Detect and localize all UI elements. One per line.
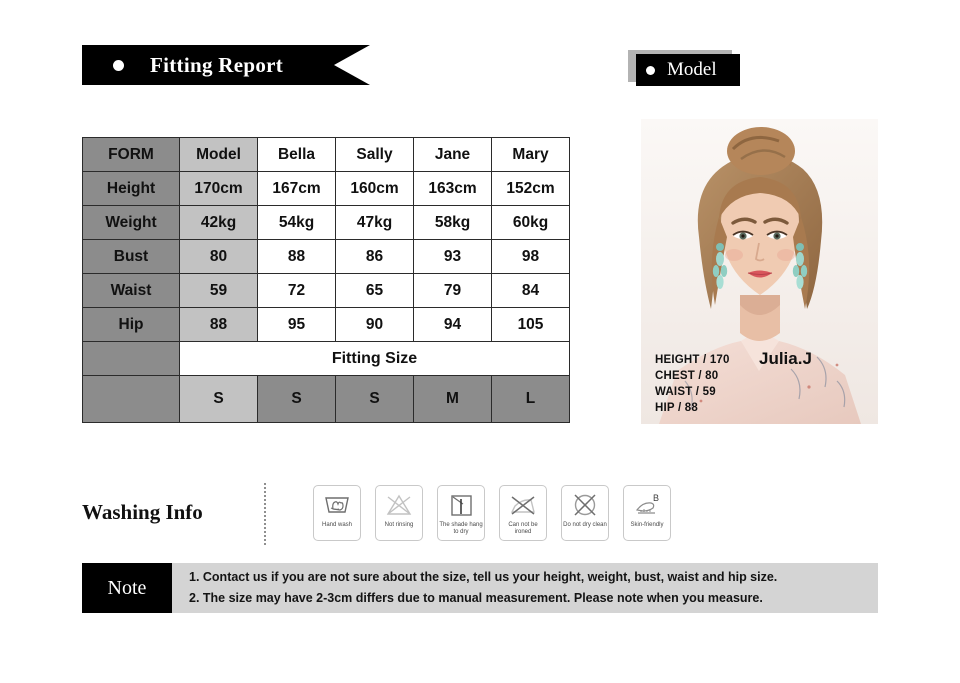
cell-waist-jane: 79: [413, 273, 492, 308]
size-model: S: [179, 375, 258, 423]
fitting-report-title: Fitting Report: [150, 52, 284, 77]
cell-weight-jane: 58kg: [413, 205, 492, 240]
column-header-form: FORM: [82, 137, 180, 172]
cell-bust-mary: 98: [491, 239, 570, 274]
size-chart-table: FORM Model Bella Sally Jane Mary Height …: [82, 137, 570, 423]
size-mary: L: [491, 375, 570, 423]
column-header-mary: Mary: [491, 137, 570, 172]
note-badge: Note: [82, 563, 172, 613]
cell-weight-bella: 54kg: [257, 205, 336, 240]
skin-friendly-icon: B Skin-friendly: [623, 485, 671, 541]
hand-wash-icon: Hand wash: [313, 485, 361, 541]
do-not-iron-label: Can not be ironed: [508, 522, 538, 535]
size-bella: S: [257, 375, 336, 423]
cell-weight-mary: 60kg: [491, 205, 570, 240]
not-rinsing-icon: Not rinsing: [375, 485, 423, 541]
do-not-iron-icon: Can not be ironed: [499, 485, 547, 541]
fitting-report-banner: Fitting Report: [82, 45, 370, 85]
fitting-size-header-row: Fitting Size: [82, 341, 570, 376]
row-label-waist: Waist: [82, 273, 180, 308]
cell-hip-bella: 95: [257, 307, 336, 342]
table-row: Weight 42kg 54kg 47kg 58kg 60kg: [82, 205, 570, 240]
cell-height-mary: 152cm: [491, 171, 570, 206]
cell-weight-model: 42kg: [179, 205, 258, 240]
model-waist-stat: WAIST / 59: [655, 386, 716, 398]
cell-height-bella: 167cm: [257, 171, 336, 206]
cell-hip-mary: 105: [491, 307, 570, 342]
cell-bust-sally: 86: [335, 239, 414, 274]
cell-height-model: 170cm: [179, 171, 258, 206]
table-row: Bust 80 88 86 93 98: [82, 239, 570, 274]
note-text: 1. Contact us if you are not sure about …: [172, 563, 878, 613]
column-header-bella: Bella: [257, 137, 336, 172]
washing-info-title: Washing Info: [82, 500, 203, 524]
shade-hang-dry-glyph: [451, 495, 472, 516]
shade-hang-dry-icon: The shade hang to dry: [437, 485, 485, 541]
model-photo: Julia.J HEIGHT / 170 CHEST / 80 WAIST / …: [641, 119, 878, 424]
model-name: Julia.J: [759, 349, 812, 368]
cell-waist-model: 59: [179, 273, 258, 308]
hand-wash-glyph: [325, 497, 349, 513]
table-row: Hip 88 95 90 94 105: [82, 307, 570, 342]
bullet-dot-icon: [113, 59, 124, 71]
note-line-1: 1. Contact us if you are not sure about …: [189, 570, 778, 584]
shade-hang-dry-label: The shade hang to dry: [439, 522, 483, 535]
row-label-hip: Hip: [82, 307, 180, 342]
row-label-height: Height: [82, 171, 180, 206]
table-row: Waist 59 72 65 79 84: [82, 273, 570, 308]
do-not-dry-clean-label: Do not dry clean: [563, 522, 607, 528]
cell-hip-model: 88: [179, 307, 258, 342]
cell-height-jane: 163cm: [413, 171, 492, 206]
hand-wash-label: Hand wash: [321, 522, 353, 528]
cell-waist-mary: 84: [491, 273, 570, 308]
table-header-row: FORM Model Bella Sally Jane Mary: [82, 137, 570, 172]
not-rinsing-label: Not rinsing: [384, 522, 414, 528]
fitting-size-values-row: S S S M L: [82, 375, 570, 423]
cell-bust-bella: 88: [257, 239, 336, 274]
note-section: Note 1. Contact us if you are not sure a…: [82, 563, 878, 613]
skin-friendly-glyph: B: [635, 493, 659, 514]
size-sally: S: [335, 375, 414, 423]
column-header-model: Model: [179, 137, 258, 172]
size-jane: M: [413, 375, 492, 423]
cell-waist-sally: 65: [335, 273, 414, 308]
skin-friendly-label: Skin-friendly: [630, 522, 664, 528]
model-hip-stat: HIP / 88: [655, 402, 698, 414]
column-header-sally: Sally: [335, 137, 414, 172]
do-not-dry-clean-glyph: [574, 494, 596, 516]
empty-cell: [82, 341, 180, 376]
cell-hip-sally: 90: [335, 307, 414, 342]
cell-hip-jane: 94: [413, 307, 492, 342]
cell-height-sally: 160cm: [335, 171, 414, 206]
note-line-2: 2. The size may have 2-3cm differs due t…: [189, 591, 763, 605]
table-row: Height 170cm 167cm 160cm 163cm 152cm: [82, 171, 570, 206]
column-header-jane: Jane: [413, 137, 492, 172]
svg-text:B: B: [653, 493, 659, 503]
do-not-dry-clean-icon: Do not dry clean: [561, 485, 609, 541]
cell-bust-model: 80: [179, 239, 258, 274]
row-label-weight: Weight: [82, 205, 180, 240]
do-not-iron-glyph: [510, 496, 535, 515]
fitting-size-label: Fitting Size: [179, 341, 570, 376]
model-measurements: HEIGHT / 170 CHEST / 80 WAIST / 59 HIP /…: [655, 352, 730, 416]
not-rinsing-glyph: [386, 494, 412, 515]
model-badge: Model: [628, 50, 740, 86]
ribbon-notch-shape: [334, 45, 370, 85]
cell-weight-sally: 47kg: [335, 205, 414, 240]
washing-icon-list: Hand wash Not rinsing The shade hang to …: [313, 485, 671, 541]
cell-waist-bella: 72: [257, 273, 336, 308]
model-chest-stat: CHEST / 80: [655, 370, 719, 382]
model-badge-body: Model: [636, 54, 740, 86]
model-badge-title: Model: [667, 59, 717, 80]
empty-cell: [82, 375, 180, 423]
dotted-divider: [264, 483, 268, 545]
model-height-stat: HEIGHT / 170: [655, 354, 730, 366]
cell-bust-jane: 93: [413, 239, 492, 274]
bullet-dot-icon: [646, 65, 655, 75]
row-label-bust: Bust: [82, 239, 180, 274]
